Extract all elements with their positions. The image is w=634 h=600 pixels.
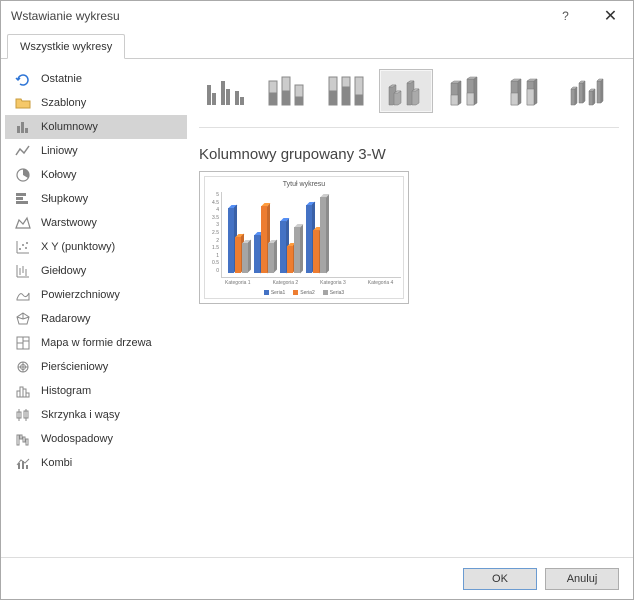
sidebar-item-label: Pierścieniowy: [41, 361, 108, 373]
main-area: Ostatnie Szablony Kolumnowy Liniowy Koło…: [1, 59, 633, 557]
sidebar-item-label: X Y (punktowy): [41, 241, 115, 253]
sidebar-item-treemap[interactable]: Mapa w formie drzewa: [5, 331, 187, 355]
sidebar-item-histogram[interactable]: Histogram: [5, 379, 187, 403]
sidebar-item-label: Histogram: [41, 385, 91, 397]
subtype-stacked-column[interactable]: [259, 69, 313, 113]
preview-plot: [221, 192, 401, 278]
sidebar-item-pie[interactable]: Kołowy: [5, 163, 187, 187]
sidebar-item-line[interactable]: Liniowy: [5, 139, 187, 163]
surface-chart-icon: [15, 287, 31, 303]
sidebar-item-recent[interactable]: Ostatnie: [5, 67, 187, 91]
sidebar-item-area[interactable]: Warstwowy: [5, 211, 187, 235]
sidebar-item-scatter[interactable]: X Y (punktowy): [5, 235, 187, 259]
sidebar-item-radar[interactable]: Radarowy: [5, 307, 187, 331]
subtype-row: [199, 69, 619, 128]
sidebar-item-templates[interactable]: Szablony: [5, 91, 187, 115]
radar-chart-icon: [15, 311, 31, 327]
content-pane: Kolumnowy grupowany 3-W Tytuł wykresu 54…: [189, 59, 633, 557]
line-chart-icon: [15, 143, 31, 159]
undo-icon: [15, 71, 31, 87]
sidebar-item-label: Warstwowy: [41, 217, 97, 229]
sunburst-chart-icon: [15, 359, 31, 375]
area-chart-icon: [15, 215, 31, 231]
chart-preview[interactable]: Tytuł wykresu 54.543.532.521.510.50 Kate…: [199, 171, 409, 304]
cancel-button[interactable]: Anuluj: [545, 568, 619, 590]
sidebar-item-sunburst[interactable]: Pierścieniowy: [5, 355, 187, 379]
sidebar-item-combo[interactable]: Kombi: [5, 451, 187, 475]
tab-all-charts[interactable]: Wszystkie wykresy: [7, 34, 125, 59]
subtype-3d-stacked-column[interactable]: [439, 69, 493, 113]
column-chart-icon: [15, 119, 31, 135]
sidebar-item-label: Skrzynka i wąsy: [41, 409, 120, 421]
tabstrip: Wszystkie wykresy: [1, 31, 633, 59]
boxwhisker-chart-icon: [15, 407, 31, 423]
preview-chart-area: 54.543.532.521.510.50: [207, 192, 401, 278]
scatter-chart-icon: [15, 239, 31, 255]
subtype-title: Kolumnowy grupowany 3-W: [199, 146, 619, 163]
titlebar: Wstawianie wykresu ? ✕: [1, 1, 633, 31]
sidebar-item-waterfall[interactable]: Wodospadowy: [5, 427, 187, 451]
sidebar-item-label: Powierzchniowy: [41, 289, 120, 301]
subtype-3d-column[interactable]: [559, 69, 613, 113]
folder-icon: [15, 95, 31, 111]
sidebar-item-stock[interactable]: Giełdowy: [5, 259, 187, 283]
sidebar-item-label: Kolumnowy: [41, 121, 98, 133]
sidebar-item-label: Kombi: [41, 457, 72, 469]
sidebar-item-bar[interactable]: Słupkowy: [5, 187, 187, 211]
sidebar-item-label: Szablony: [41, 97, 86, 109]
sidebar-item-label: Kołowy: [41, 169, 76, 181]
sidebar-item-label: Radarowy: [41, 313, 91, 325]
stock-chart-icon: [15, 263, 31, 279]
subtype-clustered-column[interactable]: [199, 69, 253, 113]
waterfall-chart-icon: [15, 431, 31, 447]
sidebar-item-label: Giełdowy: [41, 265, 86, 277]
sidebar-item-label: Słupkowy: [41, 193, 88, 205]
sidebar-item-surface[interactable]: Powierzchniowy: [5, 283, 187, 307]
preview-legend: Seria1Seria2Seria3: [207, 290, 401, 296]
chart-type-sidebar: Ostatnie Szablony Kolumnowy Liniowy Koło…: [1, 59, 189, 557]
combo-chart-icon: [15, 455, 31, 471]
treemap-chart-icon: [15, 335, 31, 351]
subtype-100stacked-column[interactable]: [319, 69, 373, 113]
pie-chart-icon: [15, 167, 31, 183]
dialog-footer: OK Anuluj: [1, 557, 633, 599]
preview-chart-title: Tytuł wykresu: [207, 181, 401, 188]
sidebar-item-column[interactable]: Kolumnowy: [5, 115, 187, 139]
window-title: Wstawianie wykresu: [11, 9, 120, 23]
sidebar-item-label: Wodospadowy: [41, 433, 113, 445]
subtype-3d-100stacked-column[interactable]: [499, 69, 553, 113]
sidebar-item-boxwhisker[interactable]: Skrzynka i wąsy: [5, 403, 187, 427]
help-button[interactable]: ?: [543, 1, 588, 31]
ok-button[interactable]: OK: [463, 568, 537, 590]
close-button[interactable]: ✕: [588, 1, 633, 31]
subtype-3d-clustered-column[interactable]: [379, 69, 433, 113]
sidebar-item-label: Liniowy: [41, 145, 78, 157]
sidebar-item-label: Mapa w formie drzewa: [41, 337, 152, 349]
histogram-chart-icon: [15, 383, 31, 399]
bar-chart-icon: [15, 191, 31, 207]
sidebar-item-label: Ostatnie: [41, 73, 82, 85]
